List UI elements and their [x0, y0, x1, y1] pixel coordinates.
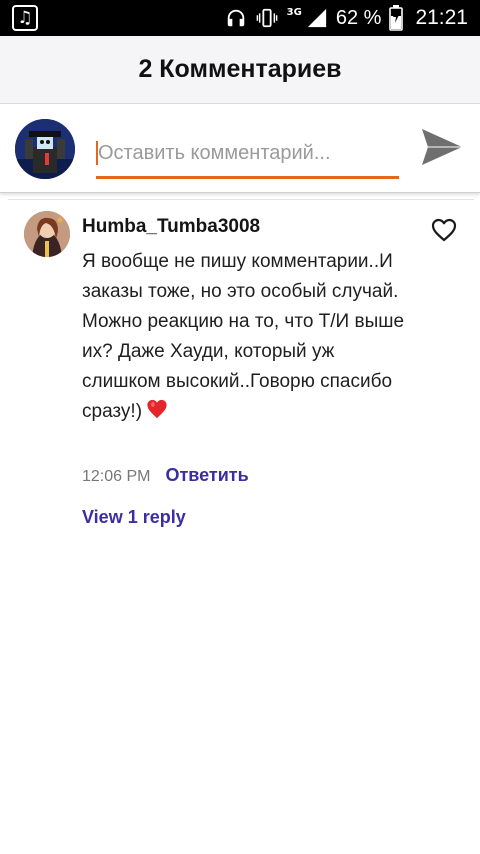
comment-input-field[interactable]	[96, 131, 399, 179]
comment-author[interactable]: Humba_Tumba3008	[82, 216, 260, 238]
signal-icon	[306, 7, 328, 29]
status-bar: ♫ 3G 62 % 21:21	[0, 0, 480, 36]
battery-percent: 62 %	[335, 6, 382, 29]
heart-outline-icon	[431, 218, 457, 242]
network-type: 3G	[286, 6, 302, 18]
comment-body: Я вообще не пишу комментарии..И заказы т…	[82, 247, 412, 430]
headphones-icon	[225, 7, 247, 29]
comment-timestamp: 12:06 PM	[82, 468, 151, 485]
red-heart-icon	[146, 398, 168, 430]
page-title: 2 Комментариев	[138, 55, 342, 83]
send-button[interactable]	[418, 124, 466, 170]
status-bar-left: ♫	[12, 5, 38, 31]
comment-input[interactable]	[96, 131, 399, 175]
comment-meta: 12:06 PM Ответить	[82, 465, 249, 486]
comments-header: 2 Комментариев	[0, 36, 480, 104]
clock: 21:21	[415, 6, 468, 29]
status-bar-right: 3G 62 % 21:21	[225, 0, 468, 36]
vibrate-icon	[255, 7, 279, 29]
battery-charging-icon	[389, 5, 404, 31]
send-icon	[422, 129, 462, 165]
commenter-avatar[interactable]	[24, 211, 70, 257]
current-user-avatar	[15, 119, 75, 179]
reply-button[interactable]: Ответить	[165, 465, 248, 486]
comment-text: Я вообще не пишу комментарии..И заказы т…	[82, 251, 405, 422]
divider	[8, 199, 474, 200]
text-caret	[96, 141, 98, 165]
comment-compose-bar	[0, 105, 480, 193]
view-replies-link[interactable]: View 1 reply	[82, 507, 186, 528]
like-button[interactable]	[430, 217, 458, 243]
music-note-icon: ♫	[12, 5, 38, 31]
